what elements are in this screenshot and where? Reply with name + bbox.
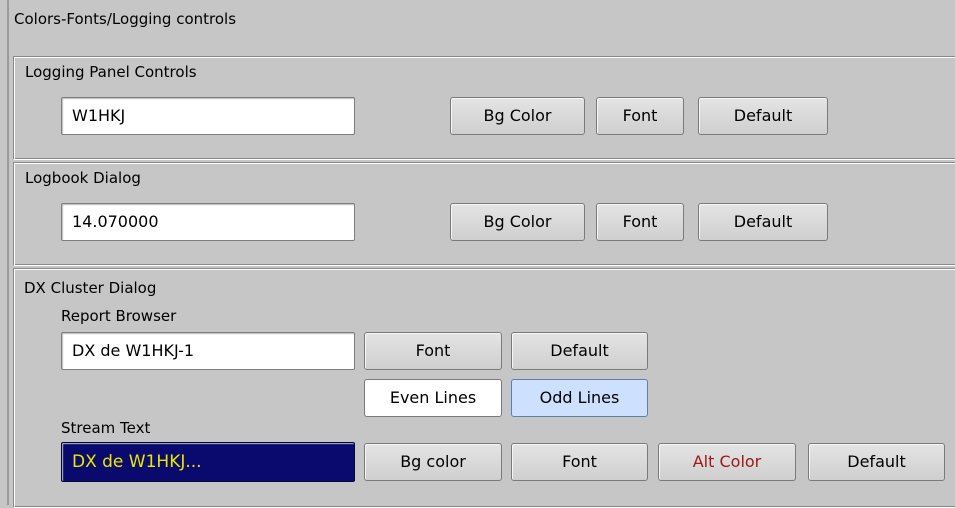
stream-text-font-button[interactable]: Font (511, 443, 648, 481)
logging-panel-font-button[interactable]: Font (596, 97, 684, 135)
report-browser-default-button[interactable]: Default (511, 332, 648, 370)
logging-panel-default-button[interactable]: Default (698, 97, 828, 135)
logbook-dialog-title: Logbook Dialog (25, 169, 141, 187)
stream-text-alt-color-button[interactable]: Alt Color (658, 443, 796, 481)
dx-cluster-title: DX Cluster Dialog (24, 279, 157, 297)
logbook-dialog-sample-field[interactable]: 14.070000 (61, 203, 355, 241)
logging-panel-title: Logging Panel Controls (25, 63, 197, 81)
stream-text-sample-field[interactable]: DX de W1HKJ... (61, 442, 355, 482)
logbook-dialog-bg-color-button[interactable]: Bg Color (450, 203, 585, 241)
window-title: Colors-Fonts/Logging controls (14, 10, 237, 28)
logbook-dialog-default-button[interactable]: Default (698, 203, 828, 241)
logbook-dialog-group: Logbook Dialog 14.070000 Bg Color Font D… (13, 162, 955, 266)
report-browser-font-button[interactable]: Font (364, 332, 502, 370)
report-browser-sample-field[interactable]: DX de W1HKJ-1 (61, 332, 355, 370)
logging-panel-sample-field[interactable]: W1HKJ (61, 97, 355, 135)
logbook-dialog-font-button[interactable]: Font (596, 203, 684, 241)
stream-text-label: Stream Text (61, 419, 151, 437)
logging-panel-group: Logging Panel Controls W1HKJ Bg Color Fo… (13, 56, 955, 160)
logging-panel-bg-color-button[interactable]: Bg Color (450, 97, 585, 135)
dx-cluster-group: DX Cluster Dialog Report Browser DX de W… (13, 268, 955, 508)
even-lines-button[interactable]: Even Lines (364, 379, 502, 417)
stream-text-bg-color-button[interactable]: Bg color (364, 443, 502, 481)
odd-lines-button[interactable]: Odd Lines (511, 379, 648, 417)
stream-text-default-button[interactable]: Default (808, 443, 945, 481)
report-browser-label: Report Browser (61, 307, 177, 325)
window-left-border (7, 0, 9, 505)
